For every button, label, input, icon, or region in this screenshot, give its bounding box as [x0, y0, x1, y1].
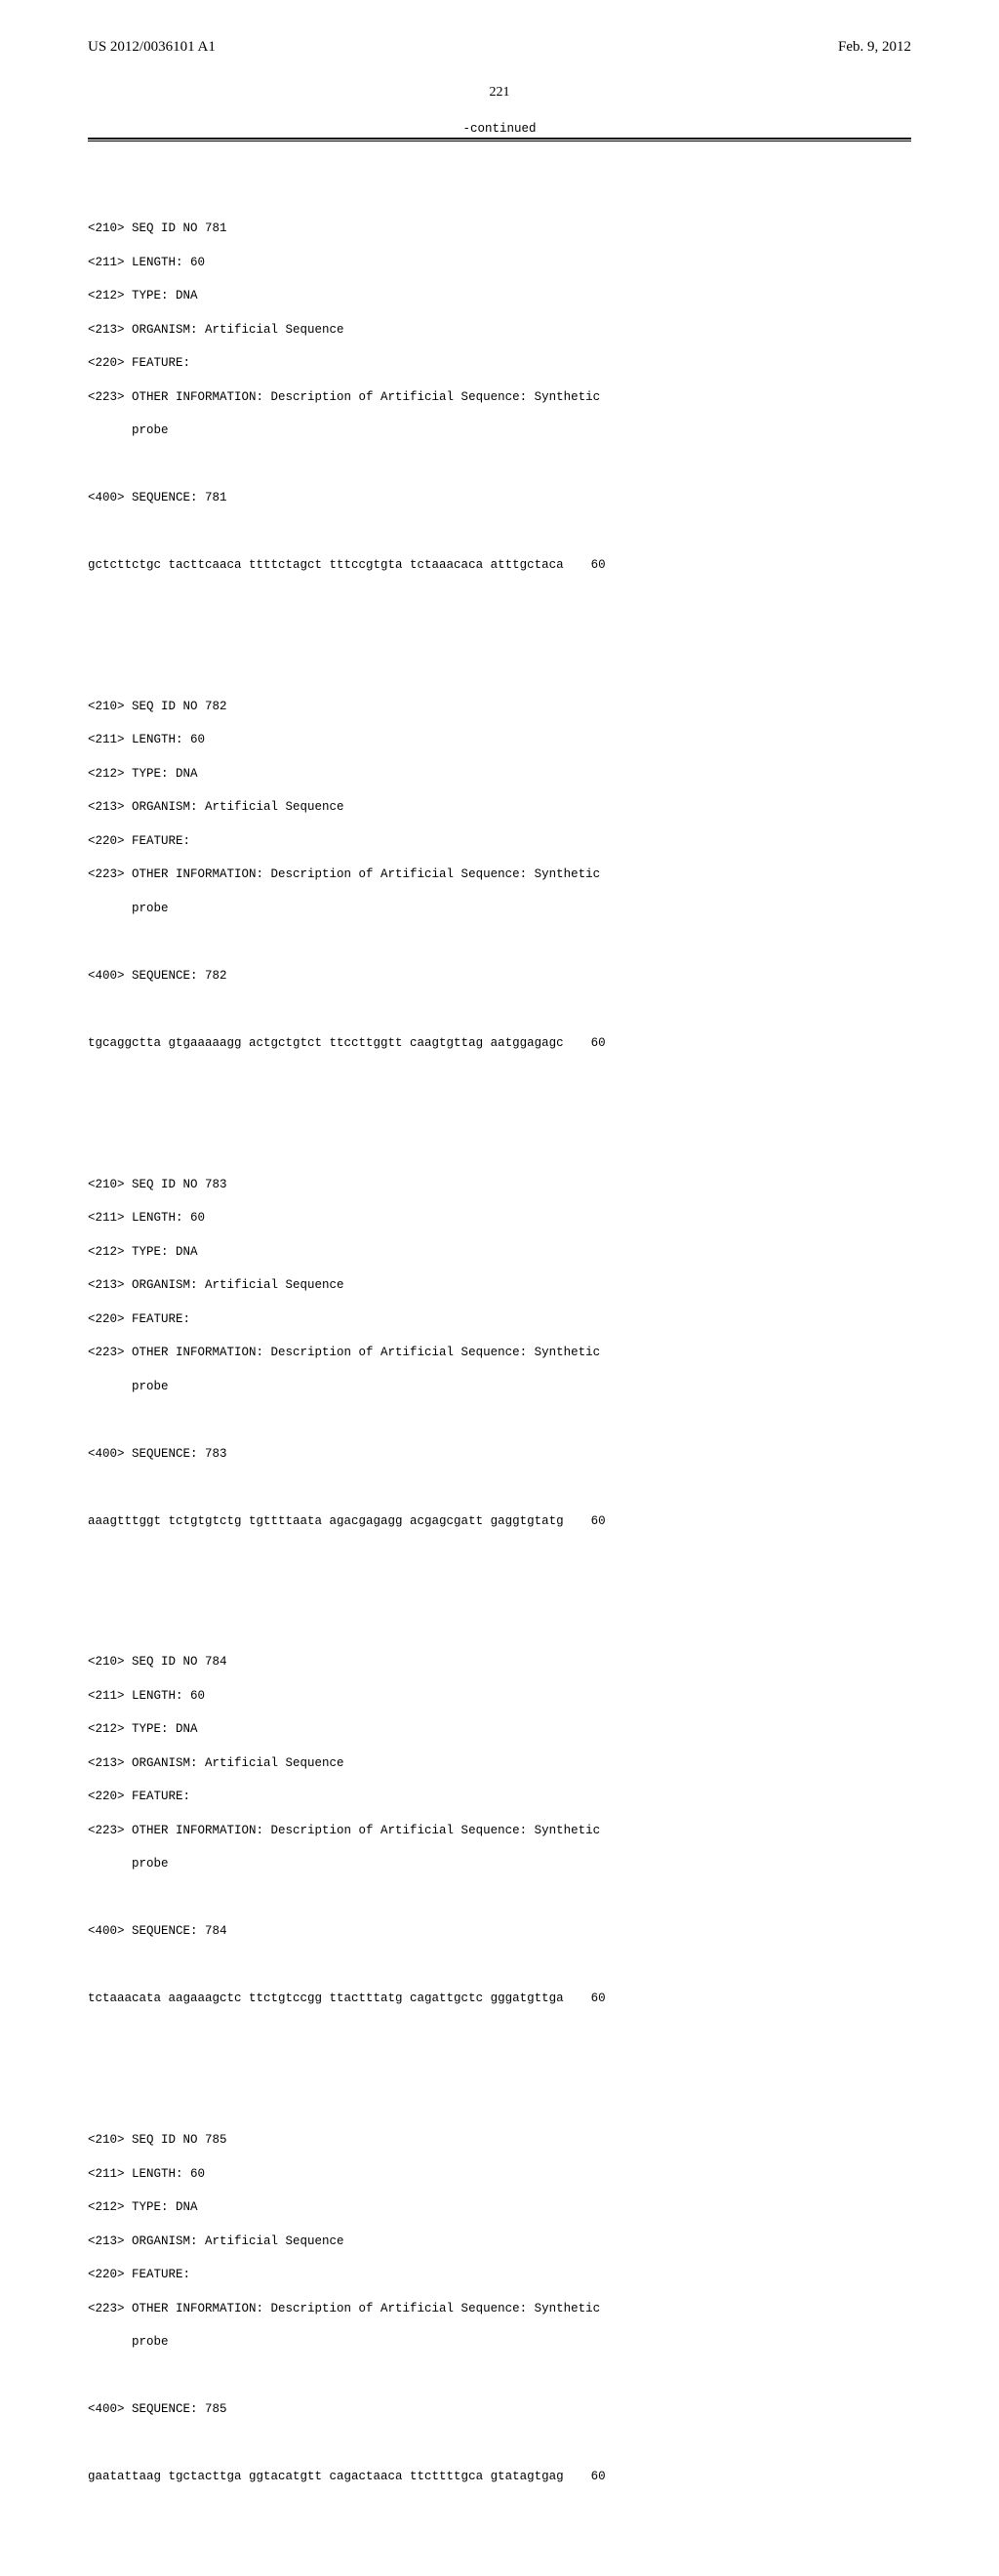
seq-meta-line: <223> OTHER INFORMATION: Description of … — [88, 2301, 911, 2317]
seq-entry: <210> SEQ ID NO 783 <211> LENGTH: 60 <21… — [88, 1159, 911, 1563]
seq-meta-line: <220> FEATURE: — [88, 2267, 911, 2283]
sequence-listing: <210> SEQ ID NO 781 <211> LENGTH: 60 <21… — [88, 153, 911, 2576]
seq-meta-line: <211> LENGTH: 60 — [88, 1688, 911, 1705]
page-number: 221 — [88, 85, 911, 101]
seq-meta-line: <223> OTHER INFORMATION: Description of … — [88, 866, 911, 883]
seq-meta-line: probe — [88, 1379, 911, 1395]
seq-meta-line: <212> TYPE: DNA — [88, 2199, 911, 2216]
seq-entry: <210> SEQ ID NO 785 <211> LENGTH: 60 <21… — [88, 2115, 911, 2519]
seq-meta-line: <213> ORGANISM: Artificial Sequence — [88, 322, 911, 339]
sequence-line: gaatattaag tgctacttga ggtacatgtt cagacta… — [88, 2469, 911, 2485]
sequence-text: gctcttctgc tacttcaaca ttttctagct tttccgt… — [88, 557, 564, 574]
seq-meta-line: <210> SEQ ID NO 784 — [88, 1654, 911, 1670]
seq-meta-line: <211> LENGTH: 60 — [88, 1210, 911, 1227]
seq-meta-line: <223> OTHER INFORMATION: Description of … — [88, 1345, 911, 1361]
page-container: US 2012/0036101 A1 Feb. 9, 2012 221 -con… — [0, 0, 999, 2576]
seq-meta-line: <212> TYPE: DNA — [88, 1244, 911, 1261]
sequence-label: <400> SEQUENCE: 785 — [88, 2401, 911, 2418]
sequence-line: tctaaacata aagaaagctc ttctgtccgg ttacttt… — [88, 1991, 911, 2007]
seq-meta-line: <220> FEATURE: — [88, 355, 911, 372]
seq-meta-line: <212> TYPE: DNA — [88, 766, 911, 783]
seq-entry: <210> SEQ ID NO 781 <211> LENGTH: 60 <21… — [88, 204, 911, 608]
seq-meta-line: <211> LENGTH: 60 — [88, 2166, 911, 2183]
seq-meta-line: <223> OTHER INFORMATION: Description of … — [88, 1823, 911, 1839]
seq-meta-line: probe — [88, 1856, 911, 1872]
seq-meta-line: <220> FEATURE: — [88, 1789, 911, 1805]
seq-meta-line: probe — [88, 901, 911, 917]
sequence-position: 60 — [564, 557, 606, 574]
seq-meta-line: <211> LENGTH: 60 — [88, 255, 911, 271]
seq-meta-line: <223> OTHER INFORMATION: Description of … — [88, 389, 911, 406]
seq-meta-line: <220> FEATURE: — [88, 1311, 911, 1328]
seq-meta-line: probe — [88, 423, 911, 439]
sequence-text: gaatattaag tgctacttga ggtacatgtt cagacta… — [88, 2469, 564, 2485]
sequence-text: tctaaacata aagaaagctc ttctgtccgg ttacttt… — [88, 1991, 564, 2007]
page-header: US 2012/0036101 A1 Feb. 9, 2012 — [88, 39, 911, 56]
sequence-position: 60 — [564, 1513, 606, 1530]
sequence-line: tgcaggctta gtgaaaaagg actgctgtct ttccttg… — [88, 1035, 911, 1052]
seq-entry: <210> SEQ ID NO 784 <211> LENGTH: 60 <21… — [88, 1637, 911, 2041]
seq-meta-line: <212> TYPE: DNA — [88, 1721, 911, 1738]
publication-number: US 2012/0036101 A1 — [88, 39, 216, 56]
continued-label: -continued — [88, 122, 911, 136]
divider-top — [88, 138, 911, 140]
seq-meta-line: probe — [88, 2334, 911, 2351]
seq-meta-line: <212> TYPE: DNA — [88, 288, 911, 304]
seq-meta-line: <210> SEQ ID NO 781 — [88, 221, 911, 237]
seq-meta-line: <213> ORGANISM: Artificial Sequence — [88, 799, 911, 816]
sequence-text: tgcaggctta gtgaaaaagg actgctgtct ttccttg… — [88, 1035, 564, 1052]
seq-meta-line: <210> SEQ ID NO 782 — [88, 699, 911, 715]
publication-date: Feb. 9, 2012 — [838, 39, 911, 56]
seq-meta-line: <213> ORGANISM: Artificial Sequence — [88, 2234, 911, 2250]
seq-entry: <210> SEQ ID NO 782 <211> LENGTH: 60 <21… — [88, 682, 911, 1086]
seq-meta-line: <210> SEQ ID NO 783 — [88, 1177, 911, 1193]
sequence-position: 60 — [564, 2469, 606, 2485]
sequence-position: 60 — [564, 1991, 606, 2007]
sequence-line: gctcttctgc tacttcaaca ttttctagct tttccgt… — [88, 557, 911, 574]
seq-meta-line: <213> ORGANISM: Artificial Sequence — [88, 1277, 911, 1294]
sequence-text: aaagtttggt tctgtgtctg tgttttaata agacgag… — [88, 1513, 564, 1530]
sequence-line: aaagtttggt tctgtgtctg tgttttaata agacgag… — [88, 1513, 911, 1530]
sequence-label: <400> SEQUENCE: 781 — [88, 490, 911, 506]
sequence-label: <400> SEQUENCE: 784 — [88, 1923, 911, 1940]
seq-meta-line: <211> LENGTH: 60 — [88, 732, 911, 748]
seq-meta-line: <210> SEQ ID NO 785 — [88, 2132, 911, 2149]
seq-meta-line: <213> ORGANISM: Artificial Sequence — [88, 1755, 911, 1772]
sequence-label: <400> SEQUENCE: 782 — [88, 968, 911, 985]
seq-meta-line: <220> FEATURE: — [88, 833, 911, 850]
sequence-label: <400> SEQUENCE: 783 — [88, 1446, 911, 1463]
sequence-position: 60 — [564, 1035, 606, 1052]
